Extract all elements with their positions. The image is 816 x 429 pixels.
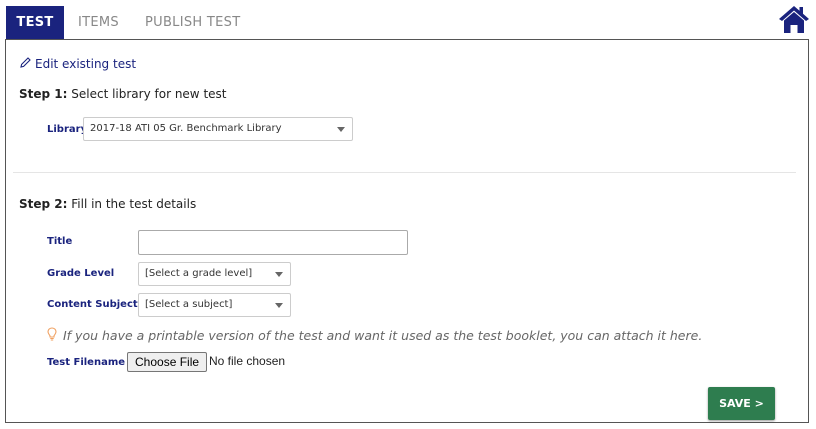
tab-bar: TEST ITEMS PUBLISH TEST — [0, 0, 816, 40]
tab-publish-test[interactable]: PUBLISH TEST — [145, 6, 240, 39]
save-button[interactable]: SAVE > — [708, 387, 775, 420]
step2-number: Step 2: — [19, 197, 68, 211]
step2-heading: Step 2: Fill in the test details — [19, 197, 196, 211]
section-divider — [13, 172, 796, 173]
attach-booklet-note: If you have a printable version of the t… — [47, 327, 702, 344]
test-filename-label: Test Filename — [47, 357, 126, 368]
lightbulb-icon — [47, 327, 57, 344]
tab-items[interactable]: ITEMS — [78, 6, 119, 39]
library-label: Library — [47, 124, 88, 135]
chevron-down-icon — [275, 272, 283, 277]
pencil-icon — [19, 56, 32, 72]
content-subject-label: Content Subject — [47, 299, 138, 310]
grade-level-label: Grade Level — [47, 268, 115, 279]
title-label: Title — [47, 236, 73, 247]
library-select[interactable]: 2017-18 ATI 05 Gr. Benchmark Library — [83, 117, 353, 141]
edit-existing-test-link[interactable]: Edit existing test — [19, 56, 136, 72]
chevron-down-icon — [275, 303, 283, 308]
attach-booklet-note-text: If you have a printable version of the t… — [63, 328, 703, 343]
step1-text: Select library for new test — [67, 87, 227, 101]
library-select-value: 2017-18 ATI 05 Gr. Benchmark Library — [90, 123, 282, 134]
grade-level-select[interactable]: [Select a grade level] — [138, 262, 291, 286]
tab-test[interactable]: TEST — [6, 6, 64, 39]
step2-text: Fill in the test details — [67, 197, 197, 211]
step1-heading: Step 1: Select library for new test — [19, 87, 226, 101]
choose-file-button[interactable]: Choose File — [127, 352, 208, 372]
edit-existing-test-label: Edit existing test — [35, 57, 137, 71]
home-icon[interactable] — [778, 4, 810, 34]
title-input[interactable] — [138, 230, 408, 255]
step1-number: Step 1: — [19, 87, 68, 101]
chevron-down-icon — [337, 127, 345, 132]
content-subject-select-value: [Select a subject] — [145, 299, 233, 310]
content-subject-select[interactable]: [Select a subject] — [138, 293, 291, 317]
grade-level-select-value: [Select a grade level] — [145, 268, 253, 279]
file-status-text: No file chosen — [209, 354, 286, 368]
